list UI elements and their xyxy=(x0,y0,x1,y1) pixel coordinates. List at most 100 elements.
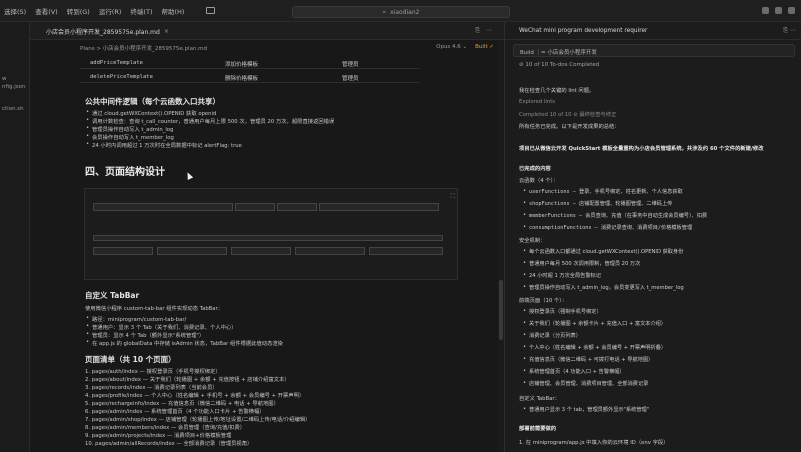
chat-list-item: 个人中心（姓名编辑 + 余额 + 会员编号 + 开票声明折叠） xyxy=(523,344,666,351)
table-cell: deletePriceTemplate xyxy=(90,74,153,80)
chat-list-item: shopFunctions — 店铺配置管理、轮播图管理、二维码上传 xyxy=(523,200,672,207)
chat-line: 安全机制： xyxy=(519,238,546,244)
model-selector[interactable]: Opus 4.6 ⌄ xyxy=(436,44,467,50)
table-cell: 管理员 xyxy=(342,62,359,68)
list-item: 7. pages/admin/shop/index — 店铺管理（轮播图上传/地… xyxy=(85,417,311,423)
chat-list-item: 普通用户显示 3 个 tab，管理员额外显示"系统管理" xyxy=(523,406,649,413)
explorer-item[interactable]: w xyxy=(2,76,7,82)
chat-list-item: 授权登录页（强制手机号绑定） xyxy=(523,308,602,315)
expand-icon[interactable]: ⛶ xyxy=(451,193,455,201)
chat-list-item: 店铺管理、会员管理、消费项目管理、全部消费记录 xyxy=(523,380,648,387)
table-cell: 添加价格模板 xyxy=(225,62,259,68)
list-item: 3. pages/records/index — 消费记录列表（当前会员） xyxy=(85,385,218,391)
list-item: 6. pages/admin/index — 系统管理首页（4 个功能入口卡片 … xyxy=(85,409,265,415)
build-status[interactable]: Built ✓ xyxy=(475,44,494,50)
chat-line: 前端页面（10 个）： xyxy=(519,298,568,304)
list-item: 8. pages/admin/members/index — 会员管理（查询/充… xyxy=(85,425,246,431)
section-heading: 公共中间件逻辑（每个云函数入口共享） xyxy=(85,97,220,106)
chat-list-item: userFunctions — 登录、手机号绑定、姓名更新、个人信息获取 xyxy=(523,188,683,195)
breadcrumb: Plans > 小店会员小程序开发_2859575e.plan.md Opus … xyxy=(30,40,504,56)
search-bar[interactable]: ⌕ xiaodian2 xyxy=(292,6,510,18)
table-cell: addPriceTemplate xyxy=(90,60,143,66)
list-item: 4. pages/profile/index — 个人中心（姓名编辑 + 手机号… xyxy=(85,393,305,399)
settings-icon[interactable] xyxy=(775,7,782,14)
chat-panel: WeChat mini program development requirer… xyxy=(504,22,801,452)
editor-tabs: 小店会员小程序开发_2859575e.plan.md × ⎘⋯ xyxy=(30,22,504,40)
list-item: 管理员操作自动写入 t_admin_log xyxy=(86,125,173,133)
diagram-node xyxy=(93,203,233,211)
explorer-item[interactable]: nfig.json xyxy=(2,84,25,90)
chat-list-item: 管理员操作自动写入 t_admin_log，会员变更写入 t_member_lo… xyxy=(523,284,684,291)
chat-header: WeChat mini program development requirer… xyxy=(505,22,801,40)
list-item: 管理员：显示 4 个 Tab（额外显示"系统管理"） xyxy=(86,331,204,339)
menu-view[interactable]: 查看(V) xyxy=(35,6,58,16)
table-row: addPriceTemplate 添加价格模板 管理员 xyxy=(80,56,420,69)
layout-icon[interactable] xyxy=(762,7,769,14)
tab-label: 小店会员小程序开发_2859575e.plan.md xyxy=(46,29,160,36)
panel-toggle-icon[interactable] xyxy=(206,7,216,14)
chat-line: 云函数（4 个）： xyxy=(519,178,559,184)
menu-select[interactable]: 选择(S) xyxy=(4,6,26,16)
diagram-node xyxy=(319,203,439,211)
chat-line: 项目已从微信云开发 QuickStart 模板全量重构为小店会员管理系统，共涉及… xyxy=(519,146,764,152)
chat-line[interactable]: Explored lints xyxy=(519,99,555,105)
chat-title[interactable]: WeChat mini program development requirer xyxy=(519,28,647,34)
chat-heading: 已完成的内容 xyxy=(519,166,551,172)
chat-line: 所有任务已完成。以下是开发成果的总结： xyxy=(519,124,620,130)
window-controls xyxy=(762,7,795,14)
chat-list-item: 普通用户每月 500 次调用限制，管理员 20 万次 xyxy=(523,260,640,267)
diagram-node xyxy=(235,203,275,211)
search-text: xiaodian2 xyxy=(390,8,420,16)
section-heading: 自定义 TabBar xyxy=(85,291,140,300)
menu-help[interactable]: 帮助(H) xyxy=(161,6,184,16)
chat-list-item: consumptionFunctions — 消费记录查询、消费项目/价格模板管… xyxy=(523,224,692,231)
list-item: 会员操作自动写入 t_member_log xyxy=(86,133,174,141)
paragraph: 使用微信小程序 custom-tab-bar 组件实现动态 TabBar： xyxy=(85,306,224,312)
explorer-item[interactable]: ction.sh xyxy=(2,106,24,112)
account-icon[interactable] xyxy=(788,7,795,14)
menu-goto[interactable]: 转到(G) xyxy=(67,6,90,16)
list-item: 通过 cloud.getWXContext().OPENID 获取 openid xyxy=(86,109,216,117)
chat-list-item: 关于我们（轮播图 + 余额卡片 + 充值入口 + 富文本介绍） xyxy=(523,320,666,327)
chat-header-icons[interactable]: ⎘ ⋯ xyxy=(783,27,796,35)
chat-list-item: 24 小时超 1 万次全局告警标记 xyxy=(523,272,601,279)
chat-list-item: 消费记录（分页列表） xyxy=(523,332,581,339)
chat-heading: 部署前需要做的 xyxy=(519,426,557,432)
scrollbar-thumb[interactable] xyxy=(499,280,503,340)
table-row: deletePriceTemplate 删除价格模板 管理员 xyxy=(80,70,420,83)
list-item: 调用计数检查：查询 t_call_counter，普通用户每月上限 500 次，… xyxy=(86,117,334,125)
diagram-node xyxy=(93,235,443,241)
list-item: 9. pages/admin/projects/index — 消费项目+价格模… xyxy=(85,433,232,439)
section-heading: 四、页面结构设计 xyxy=(85,167,165,178)
diagram-node xyxy=(277,203,317,211)
chat-line: 1. 在 miniprogram/app.js 中填入你的云环境 ID（env … xyxy=(519,440,669,446)
chat-list-item: 每个云函数入口都通过 cloud.getWXContext().OPENID 获… xyxy=(523,248,683,255)
table-cell: 管理员 xyxy=(342,76,359,82)
tab-plan[interactable]: 小店会员小程序开发_2859575e.plan.md × xyxy=(46,27,169,36)
chat-list-item: 充值信息页（微信二维码 + 可拨打电话 + 导航地图） xyxy=(523,356,653,363)
list-item: 2. pages/about/index — 关于我们（轮播图 + 余额 + 充… xyxy=(85,377,290,383)
menu-run[interactable]: 运行(R) xyxy=(99,6,122,16)
menu-terminal[interactable]: 终端(T) xyxy=(130,6,152,16)
editor-actions-icons[interactable]: ⎘⋯ xyxy=(475,27,498,35)
explorer-sidebar: w nfig.json ction.sh xyxy=(0,22,30,452)
list-item: 普通用户：显示 3 个 Tab（关于我们、消费记录、个人中心） xyxy=(86,323,236,331)
list-item: 10. pages/admin/allRecords/index — 全部消费记… xyxy=(85,441,253,447)
search-icon: ⌕ xyxy=(382,7,387,16)
build-plan-link[interactable]: Build ⋮= 小店会员小程序开发 xyxy=(513,44,795,57)
chat-list-item: 系统管理首页（4 功能入口 + 告警横幅） xyxy=(523,368,625,375)
chat-line[interactable]: Completed 10 of 10 ⊘ 最终检查与修正 xyxy=(519,110,616,118)
section-heading: 页面清单（共 10 个页面） xyxy=(85,355,176,364)
list-item: 5. pages/rechargeinfo/index — 充值信息页（微信二维… xyxy=(85,401,279,407)
close-icon[interactable]: × xyxy=(164,28,169,35)
diagram-node xyxy=(295,247,365,255)
chat-line: 我在检查几个关键的 lint 问题。 xyxy=(519,88,595,94)
list-item: 1. pages/auth/index — 授权登录页（手机号授权绑定） xyxy=(85,369,221,375)
mermaid-diagram[interactable]: ⛶ xyxy=(84,188,458,280)
diagram-node xyxy=(93,247,153,255)
diagram-node xyxy=(231,247,291,255)
todos-status[interactable]: ⊘ 10 of 10 To-dos Completed xyxy=(513,60,795,72)
list-item: 在 app.js 的 globalData 中存储 isAdmin 状态，Tab… xyxy=(86,339,283,347)
chat-list-item: memberFunctions — 会员查询、充值（在事务中自动生成会员编号）、… xyxy=(523,212,707,219)
breadcrumb-text[interactable]: Plans > 小店会员小程序开发_2859575e.plan.md xyxy=(80,44,207,52)
